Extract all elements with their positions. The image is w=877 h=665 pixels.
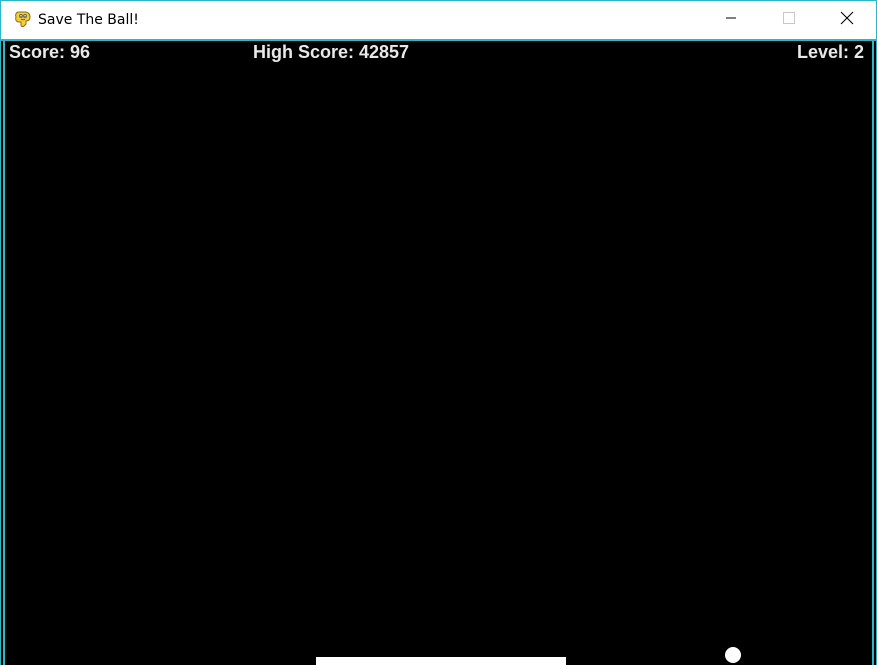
paddle [316,657,566,665]
close-icon [840,11,854,30]
minimize-icon [725,11,737,29]
title-bar[interactable]: Save The Ball! [1,0,876,39]
high-score-label: High Score: 42857 [253,42,410,62]
minimize-button[interactable] [702,1,760,39]
maximize-icon [783,11,795,29]
close-button[interactable] [818,1,876,39]
ball [725,647,741,663]
score-label: Score: 96 [9,42,91,62]
level-label: Level: 2 [796,42,864,62]
pygame-snake-icon [13,9,33,29]
maximize-button[interactable] [760,1,818,39]
game-canvas[interactable]: Score: 96 High Score: 42857 Level: 2 [3,41,874,665]
window-title: Save The Ball! [38,12,139,28]
game-window: Save The Ball! Score: 96 High Score: 428… [0,0,877,665]
